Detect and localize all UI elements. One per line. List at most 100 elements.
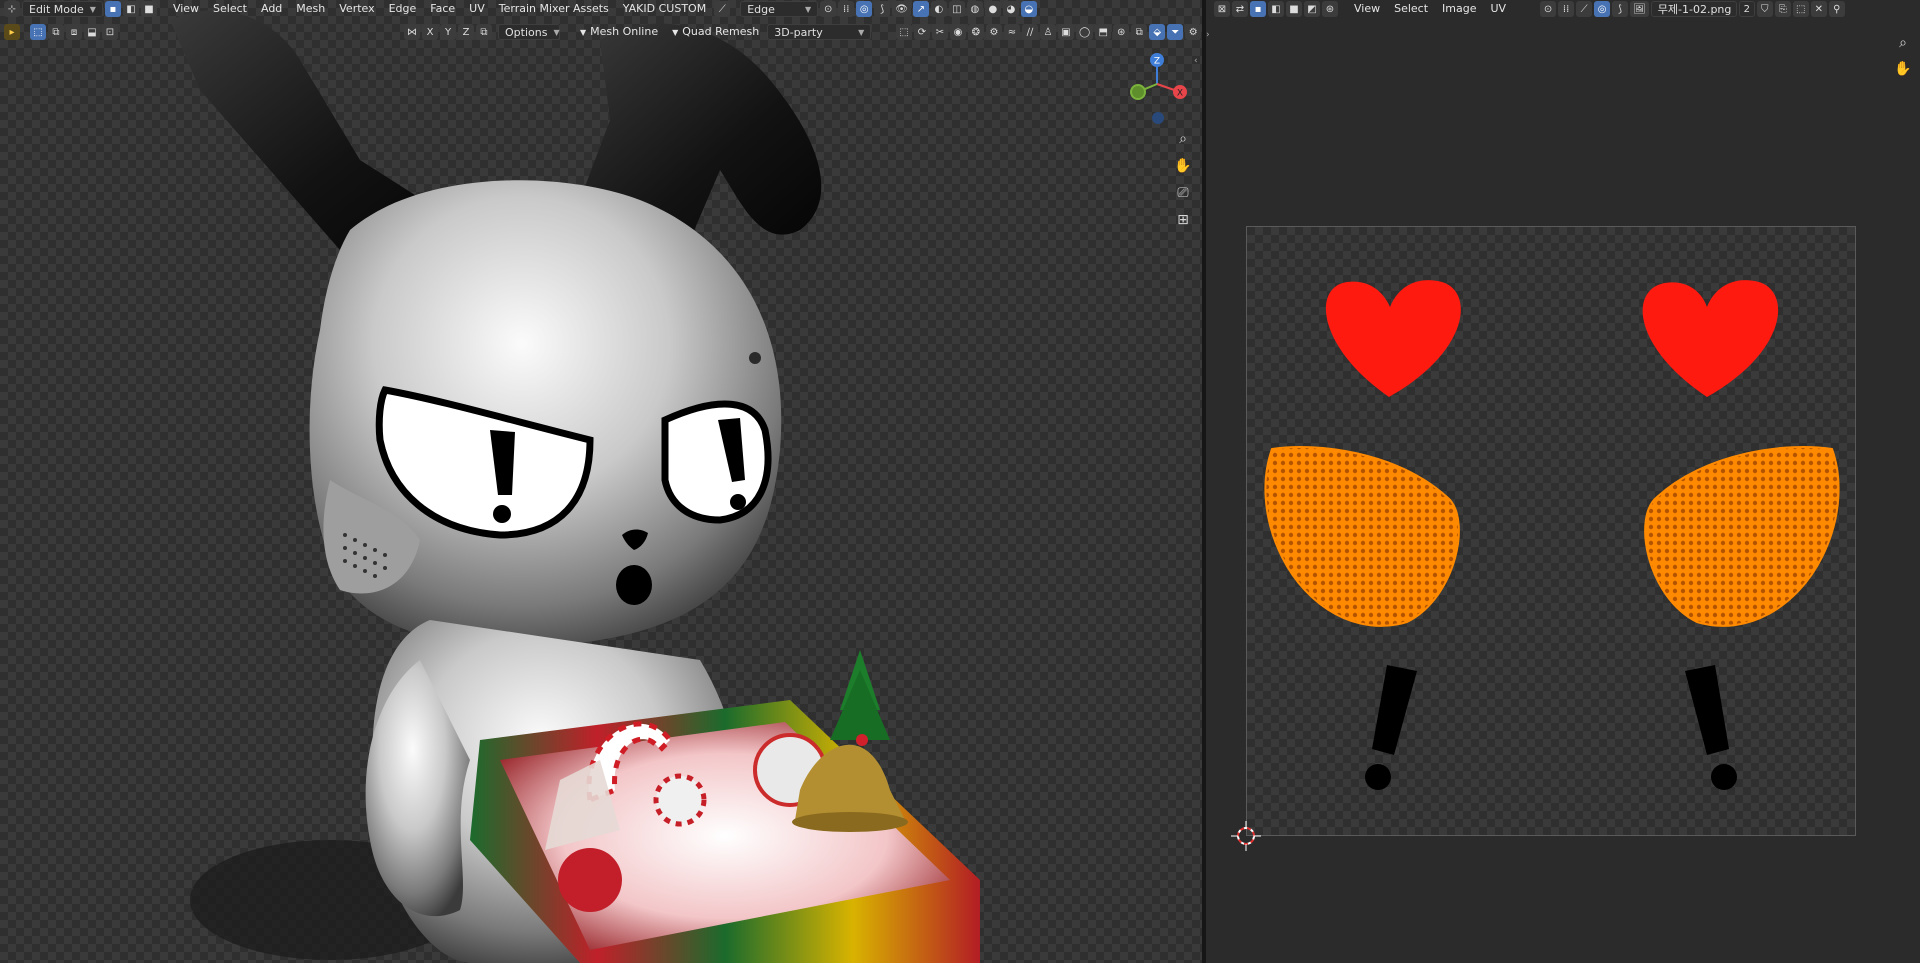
uv-island-select-icon[interactable]: ◩ bbox=[1304, 1, 1320, 17]
hand-icon[interactable]: ✋ bbox=[1892, 58, 1914, 80]
cube-icon[interactable]: ▣ bbox=[1058, 24, 1074, 40]
knife-icon[interactable]: ✂ bbox=[932, 24, 948, 40]
uv-toolbar-toggle-icon[interactable]: › bbox=[1206, 30, 1210, 40]
navigation-gizmo[interactable]: Z X bbox=[1122, 48, 1192, 128]
sidebar-toggle-icon[interactable]: ‹ bbox=[1194, 56, 1198, 66]
menu-vertex[interactable]: Vertex bbox=[333, 0, 380, 18]
hand-icon[interactable]: ✋ bbox=[1172, 155, 1194, 177]
select-tool-icon[interactable]: ▸ bbox=[4, 24, 20, 40]
uv-sync-selection-icon[interactable]: ⇄ bbox=[1232, 1, 1248, 17]
mirror-icon[interactable]: ⋈ bbox=[404, 24, 420, 40]
spin-icon[interactable]: ❂ bbox=[968, 24, 984, 40]
new-image-icon[interactable]: ⎘ bbox=[1774, 1, 1791, 17]
menu-edge[interactable]: Edge bbox=[383, 0, 423, 18]
proportional-edit-icon[interactable]: ◎ bbox=[856, 1, 873, 17]
render-icon[interactable]: ⬒ bbox=[1095, 24, 1112, 40]
shading-solid-icon[interactable]: ● bbox=[984, 1, 1001, 17]
select-box-new-icon[interactable]: ⬚ bbox=[30, 24, 46, 40]
sphere-icon[interactable]: ◉ bbox=[950, 24, 966, 40]
shading-wire-icon[interactable]: ◍ bbox=[966, 1, 983, 17]
auto-merge-icon[interactable]: ⧉ bbox=[476, 24, 492, 40]
select-extend-icon[interactable]: ⧉ bbox=[48, 24, 64, 40]
open-image-icon[interactable]: ⬚ bbox=[1792, 1, 1809, 17]
editor-type-icon[interactable]: ⊹ bbox=[4, 1, 20, 17]
settings-icon[interactable]: ⚙ bbox=[1185, 24, 1202, 40]
menu-mesh[interactable]: Mesh bbox=[290, 0, 331, 18]
vertex-select-icon[interactable]: ▪ bbox=[104, 1, 121, 17]
uv-menu-select[interactable]: Select bbox=[1388, 0, 1434, 18]
brush-icon[interactable]: ∕∕ bbox=[1022, 24, 1038, 40]
edge-dropdown[interactable]: Edge ▼ bbox=[740, 1, 819, 17]
2d-cursor-icon[interactable] bbox=[1231, 821, 1261, 851]
visibility-icon[interactable]: 👁 bbox=[892, 1, 911, 17]
gizmo-neg-z-handle[interactable] bbox=[1152, 112, 1164, 124]
image-name-field[interactable]: 무제-1-02.png bbox=[1650, 1, 1737, 17]
fake-user-icon[interactable]: ⛉ bbox=[1756, 1, 1773, 17]
options-dropdown[interactable]: Options ▼ bbox=[498, 24, 560, 40]
sticky-select-icon[interactable]: ⊛ bbox=[1322, 1, 1338, 17]
person-icon[interactable]: ♙ bbox=[1040, 24, 1056, 40]
grid-icon[interactable]: ⊞ bbox=[1172, 209, 1194, 231]
editor-type-icon[interactable]: ⊠ bbox=[1214, 1, 1230, 17]
shading-material-icon[interactable]: ◕ bbox=[1002, 1, 1019, 17]
menu-face[interactable]: Face bbox=[424, 0, 461, 18]
mode-dropdown[interactable]: Edit Mode ▼ bbox=[22, 1, 103, 17]
snap-icon[interactable]: ⁞⁞ bbox=[838, 1, 855, 17]
pivot-icon[interactable]: ⊙ bbox=[820, 1, 837, 17]
transform-orientation-icon[interactable]: ⟋ bbox=[714, 1, 731, 17]
uv-proportional-icon[interactable]: ◎ bbox=[1594, 1, 1611, 17]
gear-icon[interactable]: ⚙ bbox=[986, 24, 1002, 40]
shading-rendered-icon[interactable]: ◒ bbox=[1020, 1, 1037, 17]
uv-menu-view[interactable]: View bbox=[1348, 0, 1386, 18]
uv-editor[interactable]: ⊠ ⇄ ▪ ◧ ■ ◩ ⊛ View Select Image UV ⊙ ⁞⁞ … bbox=[1206, 0, 1920, 963]
uv-snap-target-icon[interactable]: ⟋ bbox=[1576, 1, 1593, 17]
zoom-icon[interactable]: ⌕ bbox=[1172, 128, 1194, 150]
uv-falloff-icon[interactable]: ⟆ bbox=[1612, 1, 1629, 17]
overlay-icon[interactable]: ◐ bbox=[930, 1, 947, 17]
axis-x-toggle[interactable]: X bbox=[422, 24, 438, 40]
uv-face-select-icon[interactable]: ■ bbox=[1286, 1, 1302, 17]
gizmo-y-handle[interactable] bbox=[1130, 84, 1146, 100]
filter-icon[interactable]: ⏷ bbox=[1167, 24, 1184, 40]
uv-edge-select-icon[interactable]: ◧ bbox=[1268, 1, 1284, 17]
image-browse-icon[interactable]: 🖼 bbox=[1630, 1, 1649, 17]
axis-z-toggle[interactable]: Z bbox=[458, 24, 474, 40]
loop-icon[interactable]: ⟳ bbox=[914, 24, 930, 40]
menu-terrain-mixer-assets[interactable]: Terrain Mixer Assets bbox=[493, 0, 615, 18]
image-user-count[interactable]: 2 bbox=[1738, 1, 1755, 17]
third-party-dropdown[interactable]: 3D-party ▼ bbox=[767, 24, 872, 40]
snap-to-icon[interactable]: ⬚ bbox=[896, 24, 912, 40]
bake-icon[interactable]: ⊛ bbox=[1113, 24, 1130, 40]
uv-snap-icon[interactable]: ⁞⁞ bbox=[1558, 1, 1575, 17]
menu-view[interactable]: View bbox=[167, 0, 205, 18]
3d-viewport[interactable]: ⊹ Edit Mode ▼ ▪ ◧ ■ View Select Add Mesh … bbox=[0, 0, 1202, 963]
select-intersect-icon[interactable]: ⊡ bbox=[102, 24, 118, 40]
menu-select[interactable]: Select bbox=[207, 0, 253, 18]
menu-yakid-custom[interactable]: YAKID CUSTOM bbox=[617, 0, 712, 18]
select-subtract-icon[interactable]: ⧈ bbox=[66, 24, 82, 40]
menu-uv[interactable]: UV bbox=[463, 0, 491, 18]
zoom-icon[interactable]: ⌕ bbox=[1892, 32, 1914, 54]
falloff-icon[interactable]: ⟆ bbox=[874, 1, 891, 17]
uv-menu-image[interactable]: Image bbox=[1436, 0, 1482, 18]
close-icon[interactable]: ✕ bbox=[1810, 1, 1827, 17]
xray-icon[interactable]: ◫ bbox=[948, 1, 965, 17]
quad-remesh-menu[interactable]: ▼ Quad Remesh bbox=[666, 23, 765, 41]
wave-icon[interactable]: ≈ bbox=[1004, 24, 1020, 40]
axis-y-toggle[interactable]: Y bbox=[440, 24, 456, 40]
mesh-online-menu[interactable]: ▼ Mesh Online bbox=[574, 23, 664, 41]
camera-icon[interactable]: ⎚ bbox=[1172, 182, 1194, 204]
uv-sync-icon[interactable]: ⧉ bbox=[1131, 24, 1148, 40]
addon-tool-icon[interactable]: ⬙ bbox=[1149, 24, 1166, 40]
face-select-icon[interactable]: ■ bbox=[140, 1, 157, 17]
ring-icon[interactable]: ◯ bbox=[1076, 24, 1094, 40]
gizmo-icon[interactable]: ↗ bbox=[912, 1, 929, 17]
uv-vertex-select-icon[interactable]: ▪ bbox=[1250, 1, 1266, 17]
select-invert-icon[interactable]: ⬓ bbox=[84, 24, 100, 40]
uv-image-canvas[interactable] bbox=[1246, 226, 1856, 836]
menu-add[interactable]: Add bbox=[255, 0, 288, 18]
uv-pivot-icon[interactable]: ⊙ bbox=[1540, 1, 1557, 17]
pin-icon[interactable]: ⚲ bbox=[1828, 1, 1845, 17]
uv-menu-uv[interactable]: UV bbox=[1485, 0, 1513, 18]
edge-select-icon[interactable]: ◧ bbox=[122, 1, 139, 17]
